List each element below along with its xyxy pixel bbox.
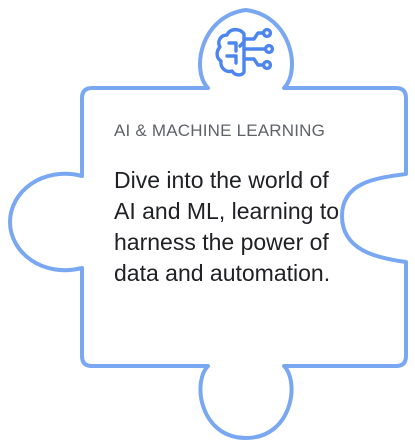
category-label: AI & MACHINE LEARNING <box>114 121 326 140</box>
card-description: Dive into the world of AI and ML, learni… <box>114 167 340 286</box>
brain-circuit-icon <box>215 27 275 77</box>
